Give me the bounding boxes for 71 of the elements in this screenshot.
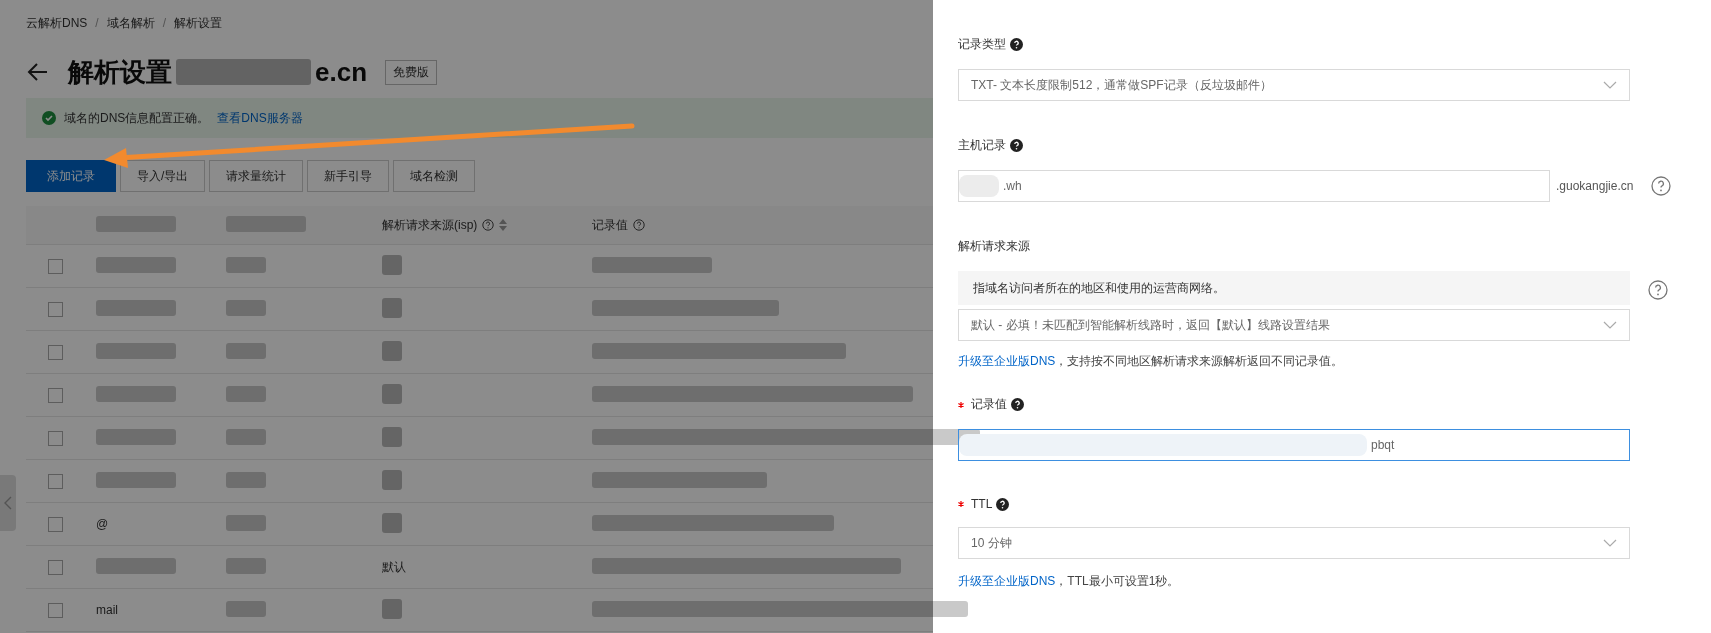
redaction-smear xyxy=(382,426,402,447)
dropdown[interactable]: TXT- 文本长度限制512，通常做SPF记录（反垃圾邮件） xyxy=(958,69,1630,101)
redaction-smear xyxy=(226,299,266,316)
redaction-smear xyxy=(226,385,266,402)
dropdown[interactable]: 10 分钟 xyxy=(958,527,1630,559)
toolbar-button[interactable]: 添加记录 xyxy=(26,160,116,192)
upgrade-note: 升级至企业版DNS，TTL最小可设置1秒。 xyxy=(958,573,1181,590)
page-title: 解析设置 xyxy=(68,55,172,89)
redaction-smear xyxy=(382,469,402,490)
input-field[interactable]: .wh xyxy=(958,170,1550,202)
table-cell: mail xyxy=(96,603,118,617)
row-checkbox[interactable] xyxy=(48,301,63,317)
redaction-smear xyxy=(226,600,266,617)
row-checkbox[interactable] xyxy=(48,559,63,575)
redaction-smear xyxy=(382,254,402,275)
toolbar-button[interactable]: 请求量统计 xyxy=(209,160,304,192)
upgrade-link[interactable]: 升级至企业版DNS xyxy=(958,574,1056,588)
field-label: 主机记录 xyxy=(958,137,1006,154)
sort-icon[interactable] xyxy=(499,219,508,231)
breadcrumb-separator: / xyxy=(162,16,167,30)
upgrade-note: 升级至企业版DNS，支持按不同地区解析请求来源解析返回不同记录值。 xyxy=(958,353,1345,370)
help-icon[interactable] xyxy=(1648,280,1668,300)
redaction-smear xyxy=(382,340,402,361)
breadcrumb-link[interactable]: 域名解析 xyxy=(106,14,155,32)
row-checkbox[interactable] xyxy=(48,430,63,446)
chevron-left-icon xyxy=(4,496,12,510)
caret-icon xyxy=(1603,81,1617,89)
alert-message: 域名的DNS信息配置正确。 xyxy=(64,109,210,127)
breadcrumb-separator: / xyxy=(95,16,99,30)
redaction-smear xyxy=(226,557,266,574)
toolbar-button[interactable]: 域名检测 xyxy=(393,160,476,192)
redaction-smear xyxy=(226,256,266,273)
row-checkbox[interactable] xyxy=(48,387,63,403)
redaction-smear xyxy=(226,514,266,531)
row-checkbox[interactable] xyxy=(48,258,63,274)
input-field[interactable]: pbqt xyxy=(958,429,1630,461)
domain-name: e.cn xyxy=(315,56,368,88)
sidebar-toggle[interactable] xyxy=(0,475,16,531)
dns-server-link[interactable]: 查看DNS服务器 xyxy=(217,109,303,127)
field-label: TTL xyxy=(971,497,993,511)
redaction-smear xyxy=(382,383,402,404)
check-circle-icon xyxy=(42,111,56,125)
redaction-smear xyxy=(226,428,266,445)
field-label: 记录值 xyxy=(971,396,1007,413)
field-label: 记录类型 xyxy=(958,36,1006,53)
field-label: 解析请求来源 xyxy=(958,238,1030,255)
upgrade-link[interactable]: 升级至企业版DNS xyxy=(958,354,1056,368)
breadcrumb-link[interactable]: 解析设置 xyxy=(174,14,223,32)
row-checkbox[interactable] xyxy=(48,602,63,618)
table-cell: 默认 xyxy=(382,559,406,574)
toolbar-button[interactable]: 导入/导出 xyxy=(120,160,206,192)
column-heading: 记录值 xyxy=(592,216,628,234)
breadcrumb-link[interactable]: 云解析DNS xyxy=(26,14,88,32)
redaction-smear xyxy=(226,342,266,359)
toolbar-button[interactable]: 新手引导 xyxy=(307,160,390,192)
row-checkbox[interactable] xyxy=(48,516,63,532)
info-text: 指域名访问者所在的地区和使用的运营商网络。 xyxy=(973,279,1225,297)
redaction-smear xyxy=(382,598,402,619)
column-heading: 解析请求来源(isp) xyxy=(382,216,478,234)
table-cell: @ xyxy=(96,517,109,531)
caret-icon xyxy=(1603,539,1617,547)
help-icon[interactable] xyxy=(1651,176,1672,196)
caret-icon xyxy=(1603,321,1617,329)
domain-suffix: .guokangjie.cn xyxy=(1556,179,1634,193)
redaction-smear xyxy=(382,297,402,318)
redaction-smear xyxy=(226,471,266,488)
row-checkbox[interactable] xyxy=(48,473,63,489)
redaction-smear xyxy=(382,512,402,533)
edition-tag: 免费版 xyxy=(385,59,438,85)
row-checkbox[interactable] xyxy=(48,344,63,360)
dropdown[interactable]: 默认 - 必填！未匹配到智能解析线路时，返回【默认】线路设置结果 xyxy=(958,309,1630,341)
